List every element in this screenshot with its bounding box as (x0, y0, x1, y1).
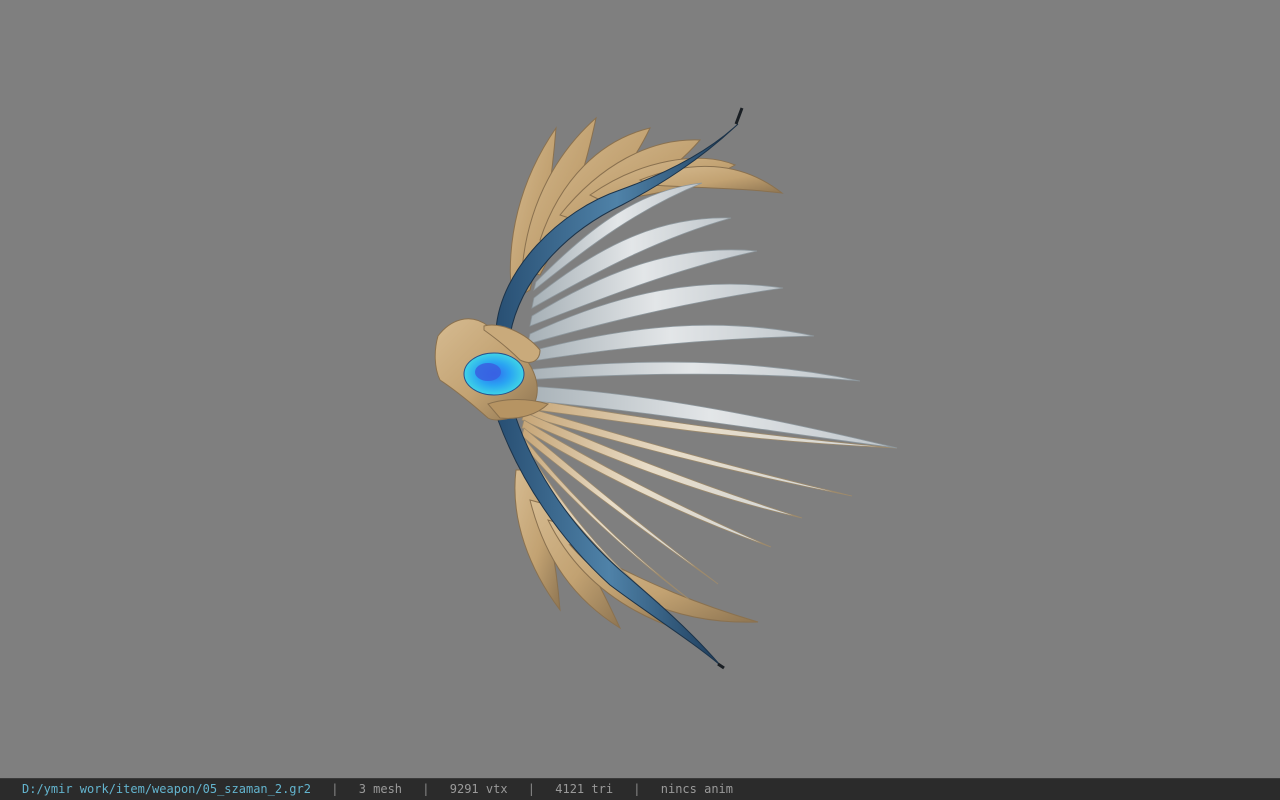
triangle-count-label: 4121 tri (555, 782, 614, 796)
separator: | (331, 782, 339, 796)
file-path-label: D:/ymir work/item/weapon/05_szaman_2.gr2 (22, 782, 311, 796)
separator: | (633, 782, 641, 796)
separator: | (527, 782, 536, 796)
separator: | (422, 782, 430, 796)
3d-viewport[interactable] (0, 0, 1280, 778)
animation-status-label: nincs anim (660, 782, 733, 796)
vertex-count-label: 9291 vtx (449, 782, 508, 796)
winged-bow-model (434, 107, 898, 670)
status-bar: D:/ymir work/item/weapon/05_szaman_2.gr2… (0, 778, 1280, 800)
mesh-count-label: 3 mesh (358, 782, 403, 796)
